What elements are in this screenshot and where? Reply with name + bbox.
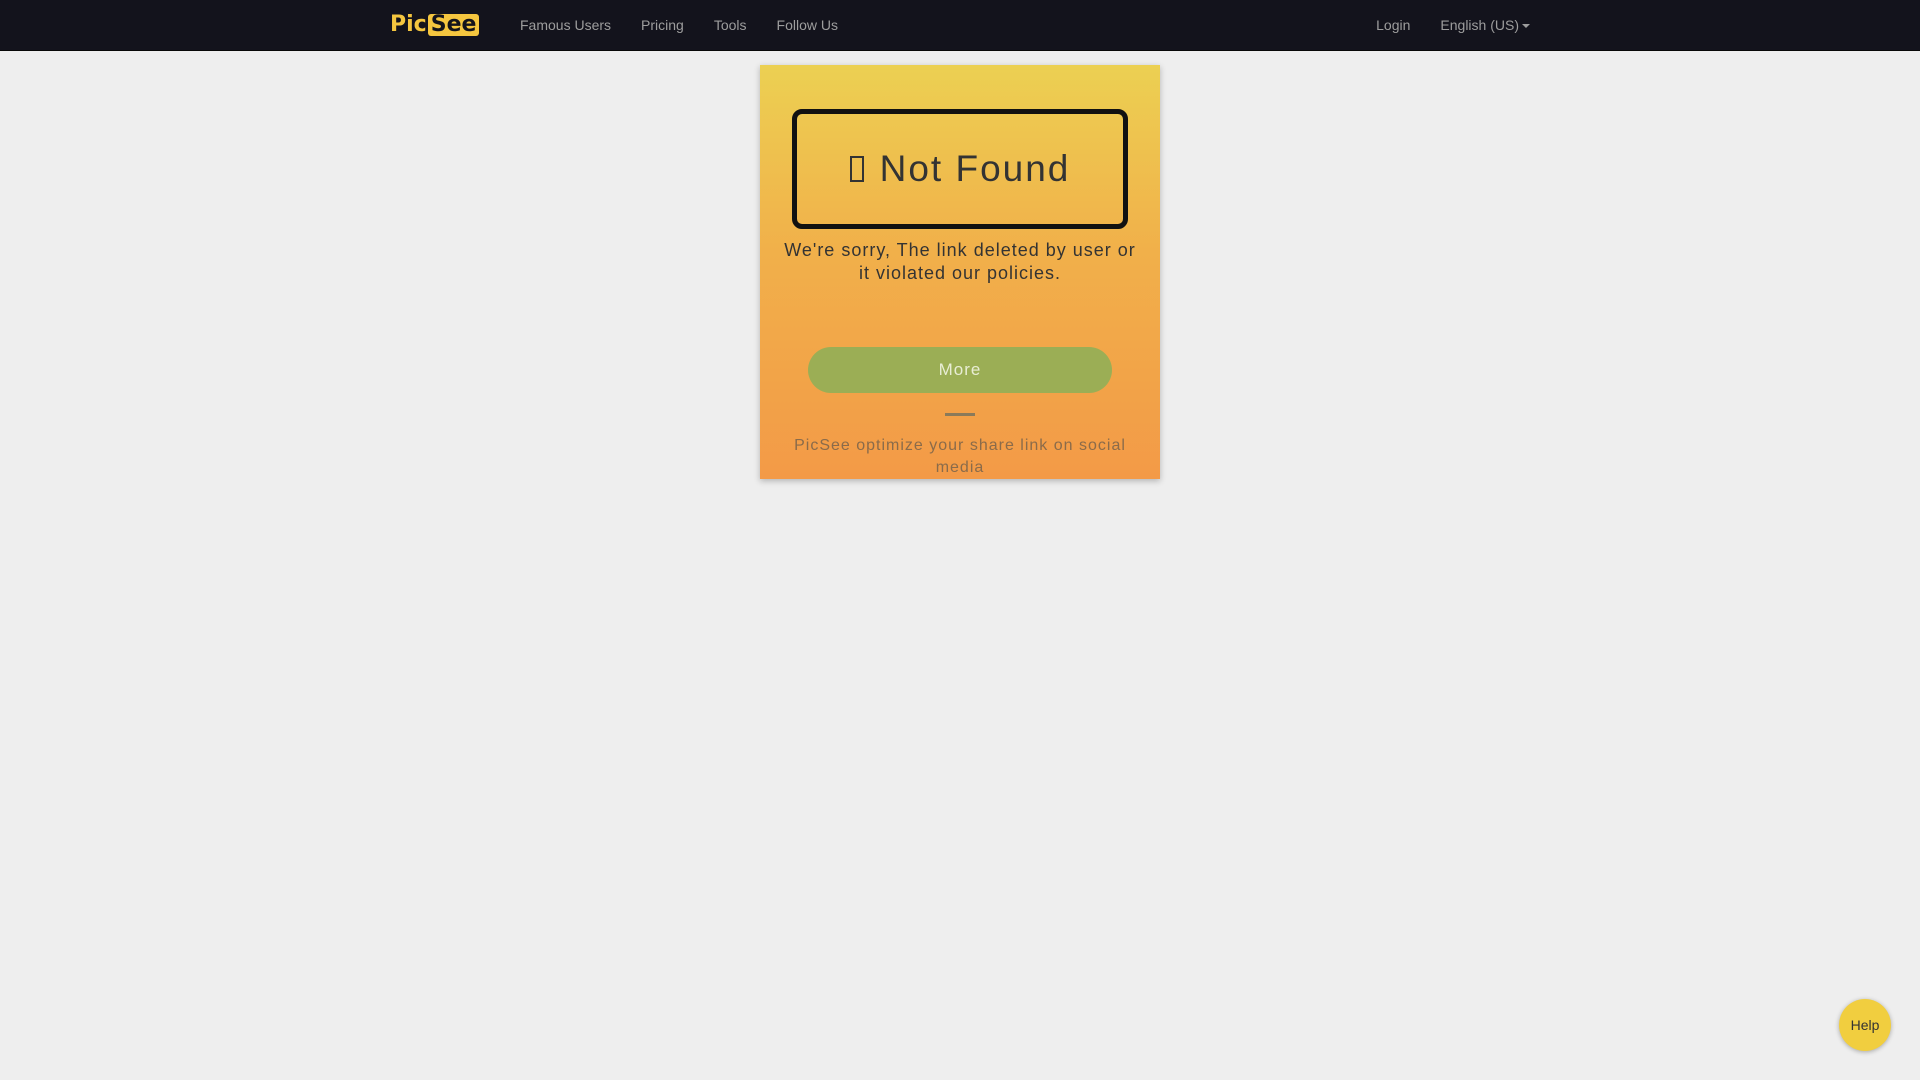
not-found-heading: Not Found [879, 148, 1071, 189]
logo-wordmark: Pic See [390, 12, 480, 37]
main-nav: Famous Users Pricing Tools Follow Us [505, 0, 853, 50]
top-navbar: Pic See Famous Users Pricing Tools Follow… [0, 0, 1920, 51]
navbar-container: Pic See Famous Users Pricing Tools Follow… [375, 0, 1545, 50]
missing-glyph-icon [849, 156, 864, 182]
right-nav: Login English (US) [1361, 0, 1545, 50]
logo-boxed-part: See [427, 14, 480, 36]
nav-pricing[interactable]: Pricing [626, 0, 699, 50]
not-found-heading-box: Not Found [792, 109, 1128, 229]
error-message: We're sorry, The link deleted by user or… [784, 240, 1136, 283]
picsee-logo[interactable]: Pic See [390, 13, 492, 37]
nav-follow-us[interactable]: Follow Us [762, 0, 853, 50]
logo-prefix: Pic [390, 12, 427, 37]
help-button[interactable]: Help [1839, 999, 1891, 1051]
language-label: English (US) [1440, 17, 1519, 33]
more-button[interactable]: More [808, 347, 1112, 393]
not-found-card: Not Found We're sorry, The link deleted … [760, 65, 1160, 479]
divider [945, 413, 975, 416]
nav-famous-users[interactable]: Famous Users [505, 0, 626, 50]
nav-tools[interactable]: Tools [699, 0, 762, 50]
login-link[interactable]: Login [1361, 0, 1425, 50]
caret-down-icon [1522, 24, 1530, 29]
language-dropdown[interactable]: English (US) [1425, 0, 1545, 50]
tagline: PicSee optimize your share link on socia… [794, 437, 1126, 476]
